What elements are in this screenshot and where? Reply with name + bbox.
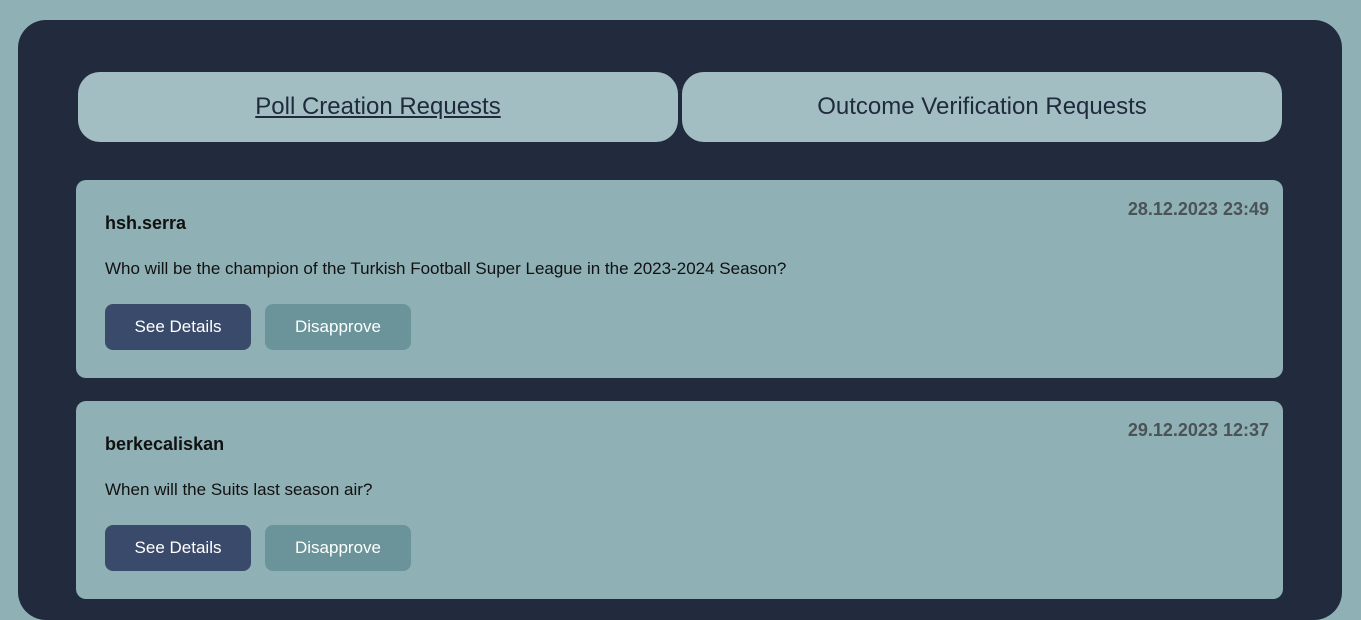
- request-timestamp: 28.12.2023 23:49: [1127, 199, 1269, 219]
- disapprove-button[interactable]: Disapprove: [265, 525, 411, 571]
- request-username: berkecaliskan: [105, 434, 225, 454]
- see-details-button[interactable]: See Details: [105, 525, 251, 571]
- disapprove-button[interactable]: Disapprove: [265, 304, 411, 350]
- see-details-button[interactable]: See Details: [105, 304, 251, 350]
- tab-outcome-verification-requests[interactable]: Outcome Verification Requests: [682, 72, 1282, 142]
- request-timestamp: 29.12.2023 12:37: [1127, 420, 1269, 440]
- request-question: When will the Suits last season air?: [105, 480, 373, 499]
- request-card: berkecaliskan 29.12.2023 12:37 When will…: [76, 401, 1283, 599]
- tab-label: Outcome Verification Requests: [817, 93, 1147, 120]
- request-question: Who will be the champion of the Turkish …: [105, 259, 787, 278]
- tab-label: Poll Creation Requests: [255, 93, 501, 120]
- request-card: hsh.serra 28.12.2023 23:49 Who will be t…: [76, 180, 1283, 378]
- request-username: hsh.serra: [105, 213, 187, 233]
- tab-poll-creation-requests[interactable]: Poll Creation Requests: [78, 72, 678, 142]
- request-type-tabs: Poll Creation Requests Outcome Verificat…: [78, 72, 1282, 142]
- requests-panel: Poll Creation Requests Outcome Verificat…: [18, 20, 1342, 620]
